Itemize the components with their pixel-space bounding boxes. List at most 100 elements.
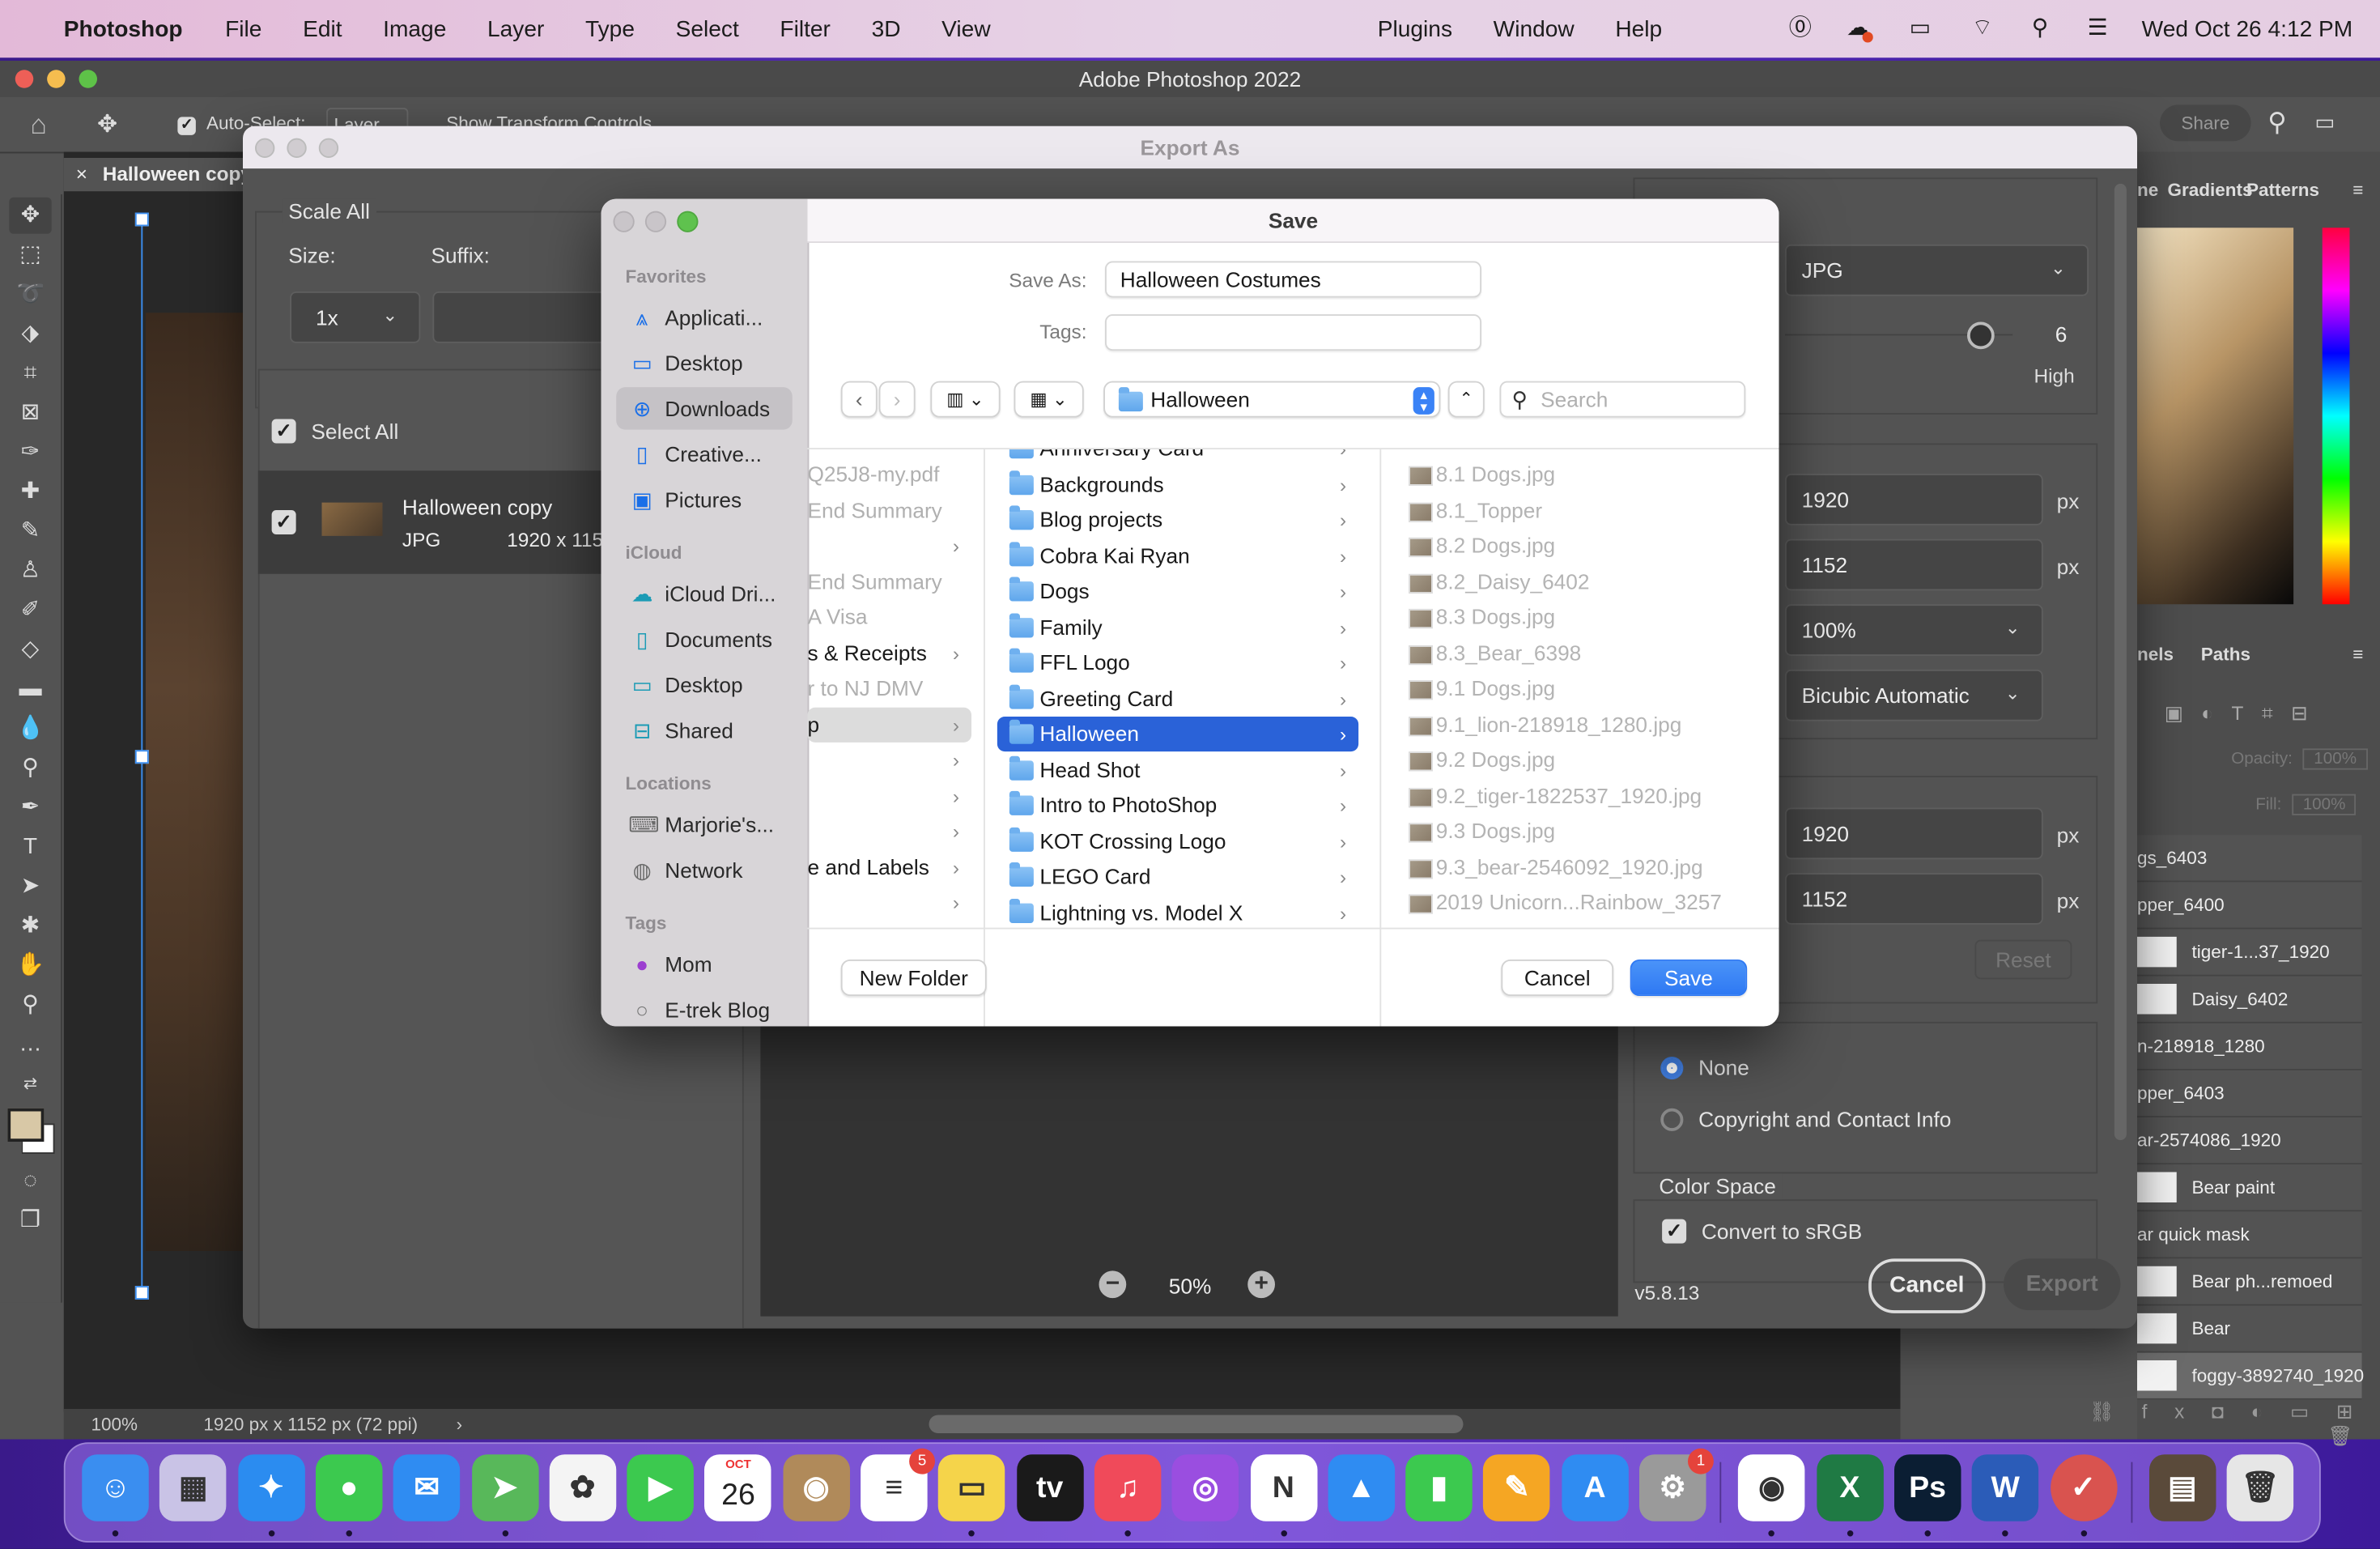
dock-app-pages[interactable]: ✎	[1484, 1454, 1551, 1521]
dock-app-wunderlist[interactable]: ✓	[2050, 1454, 2117, 1521]
column-1-item[interactable]: ›	[808, 885, 972, 920]
screen-mode-icon[interactable]: ❐	[9, 1202, 52, 1239]
crop-tool-icon[interactable]: ⌗	[9, 355, 52, 392]
tab-channels-partial[interactable]: nels	[2137, 644, 2174, 665]
close-tab-icon[interactable]: ×	[76, 163, 87, 185]
group-by-button[interactable]: ▦ ⌄	[1014, 381, 1084, 418]
layer-row[interactable]: Bear paint	[2137, 1164, 2362, 1211]
zoom-in-button[interactable]: +	[1247, 1270, 1275, 1298]
folder-item[interactable]: FFL Logo›	[997, 645, 1358, 680]
folder-item[interactable]: Lightning vs. Model X›	[997, 895, 1358, 930]
sidebar-item-marjorie-s[interactable]: ⌨Marjorie's...	[616, 803, 793, 846]
menu-edit[interactable]: Edit	[303, 16, 342, 42]
status-more-arrow[interactable]: ›	[457, 1414, 463, 1435]
size-dropdown[interactable]: 1x⌄	[290, 292, 420, 343]
column-1-item[interactable]: p›	[808, 707, 972, 742]
home-icon[interactable]: ⌂	[31, 109, 47, 141]
transform-handle[interactable]	[135, 750, 149, 764]
column-1-item[interactable]: End Summary	[808, 492, 972, 527]
scale-dropdown[interactable]: 100%⌄	[1785, 604, 2043, 656]
menu-window[interactable]: Window	[1494, 16, 1575, 42]
image-width-input[interactable]: 1920	[1785, 474, 2043, 526]
quality-slider-thumb[interactable]	[1967, 322, 1995, 350]
sidebar-item-icloud-dri[interactable]: ☁iCloud Dri...	[616, 572, 793, 615]
dock-app-reminders[interactable]: ≡5	[861, 1454, 928, 1521]
metadata-copyright-radio[interactable]	[1660, 1109, 1683, 1131]
tags-input[interactable]	[1105, 314, 1481, 351]
column-1-item[interactable]: ›	[808, 529, 972, 564]
creative-cloud-icon[interactable]: ☁	[1844, 15, 1872, 43]
dock-app-finder[interactable]: ☺	[82, 1454, 149, 1521]
column-1-item[interactable]: ›	[808, 814, 972, 849]
search-input[interactable]: ⚲ Search	[1500, 381, 1746, 418]
metadata-none-radio[interactable]	[1660, 1057, 1683, 1079]
menu-select[interactable]: Select	[676, 16, 739, 42]
sidebar-item-pictures[interactable]: ▣Pictures	[616, 479, 793, 521]
object-select-tool-icon[interactable]: ⬗	[9, 316, 52, 352]
dock-app-photoshop[interactable]: Ps	[1894, 1454, 1961, 1521]
color-picker-field[interactable]	[2137, 228, 2293, 604]
asset-checkbox[interactable]: ✓	[272, 510, 296, 534]
layer-row[interactable]: Daisy_6402	[2137, 977, 2362, 1023]
dock-app-messages[interactable]: ●	[316, 1454, 383, 1521]
location-popup[interactable]: Halloween ▴▾	[1103, 381, 1440, 418]
convert-srgb-checkbox[interactable]: ✓	[1662, 1219, 1686, 1244]
folder-item[interactable]: Greeting Card›	[997, 681, 1358, 716]
fill-field[interactable]: 100%	[2293, 794, 2357, 815]
dock-app-news[interactable]: N	[1250, 1454, 1317, 1521]
image-height-input[interactable]: 1152	[1785, 539, 2043, 591]
hue-slider[interactable]	[2323, 228, 2350, 604]
clone-stamp-tool-icon[interactable]: ♙	[9, 553, 52, 589]
path-selection-tool-icon[interactable]: ➤	[9, 869, 52, 905]
folder-item[interactable]: Cobra Kai Ryan›	[997, 538, 1358, 573]
folder-item[interactable]: Blog projects›	[997, 503, 1358, 538]
clock[interactable]: Wed Oct 26 4:12 PM	[2142, 16, 2353, 42]
zoom-window-button[interactable]	[79, 70, 98, 88]
eyedropper-tool-icon[interactable]: ✑	[9, 434, 52, 470]
menu-plugins[interactable]: Plugins	[1378, 16, 1452, 42]
folder-item[interactable]: Dogs›	[997, 574, 1358, 609]
close-window-button[interactable]	[614, 211, 635, 232]
blur-tool-icon[interactable]: 💧	[9, 711, 52, 747]
layer-row[interactable]: Bear ph...remoed	[2137, 1258, 2362, 1305]
dock-app-safari[interactable]: ✦	[238, 1454, 305, 1521]
folder-item[interactable]: LEGO Card›	[997, 859, 1358, 894]
pen-tool-icon[interactable]: ✒	[9, 789, 52, 826]
dock-app-facetime[interactable]: ▶	[627, 1454, 695, 1521]
move-tool-icon[interactable]: ✥	[9, 198, 52, 234]
brush-tool-icon[interactable]: ✎	[9, 513, 52, 550]
hand-tool-icon[interactable]: ✋	[9, 947, 52, 984]
layer-row[interactable]: ar-2574086_1920	[2137, 1117, 2362, 1164]
new-folder-button[interactable]: New Folder	[841, 960, 987, 996]
tab-paths[interactable]: Paths	[2201, 644, 2250, 665]
close-window-button[interactable]	[255, 138, 274, 158]
dock-app-podcasts[interactable]: ◎	[1172, 1454, 1239, 1521]
type-tool-icon[interactable]: T	[9, 829, 52, 866]
panel-menu-icon[interactable]: ≡	[2352, 179, 2363, 200]
dock-app-calendar[interactable]: OCT26	[705, 1454, 772, 1521]
zoom-out-button[interactable]: −	[1099, 1270, 1127, 1298]
column-1-item[interactable]: ›	[808, 778, 972, 813]
export-cancel-button[interactable]: Cancel	[1868, 1258, 1985, 1313]
quick-mask-icon[interactable]: ◌	[9, 1163, 52, 1199]
layer-row[interactable]: gs_6403	[2137, 835, 2362, 882]
column-1-item[interactable]: A Visa	[808, 600, 972, 635]
folder-item[interactable]: Anniversary Card›	[997, 449, 1358, 466]
dock-app-mail[interactable]: ✉	[393, 1454, 461, 1521]
dock-app-apple-tv[interactable]: tv	[1016, 1454, 1083, 1521]
share-button[interactable]: Share	[2160, 104, 2251, 141]
panel-menu-icon[interactable]: ≡	[2352, 644, 2363, 665]
minimize-window-button[interactable]	[47, 70, 66, 88]
zoom-tool-icon[interactable]: ⚲	[9, 987, 52, 1023]
transform-handle[interactable]	[135, 1286, 149, 1300]
gradient-tool-icon[interactable]: ▬	[9, 671, 52, 708]
transform-handle[interactable]	[135, 213, 149, 227]
history-brush-tool-icon[interactable]: ✐	[9, 592, 52, 628]
folder-item[interactable]: Family›	[997, 610, 1358, 645]
layer-row[interactable]: foggy-3892740_1920	[2137, 1353, 2362, 1400]
zoom-window-button[interactable]	[677, 211, 698, 232]
select-all-checkbox[interactable]: ✓	[272, 419, 296, 444]
folder-item[interactable]: Halloween›	[997, 717, 1358, 751]
canvas-height-input[interactable]: 1152	[1785, 873, 2043, 925]
menu-type[interactable]: Type	[585, 16, 635, 42]
